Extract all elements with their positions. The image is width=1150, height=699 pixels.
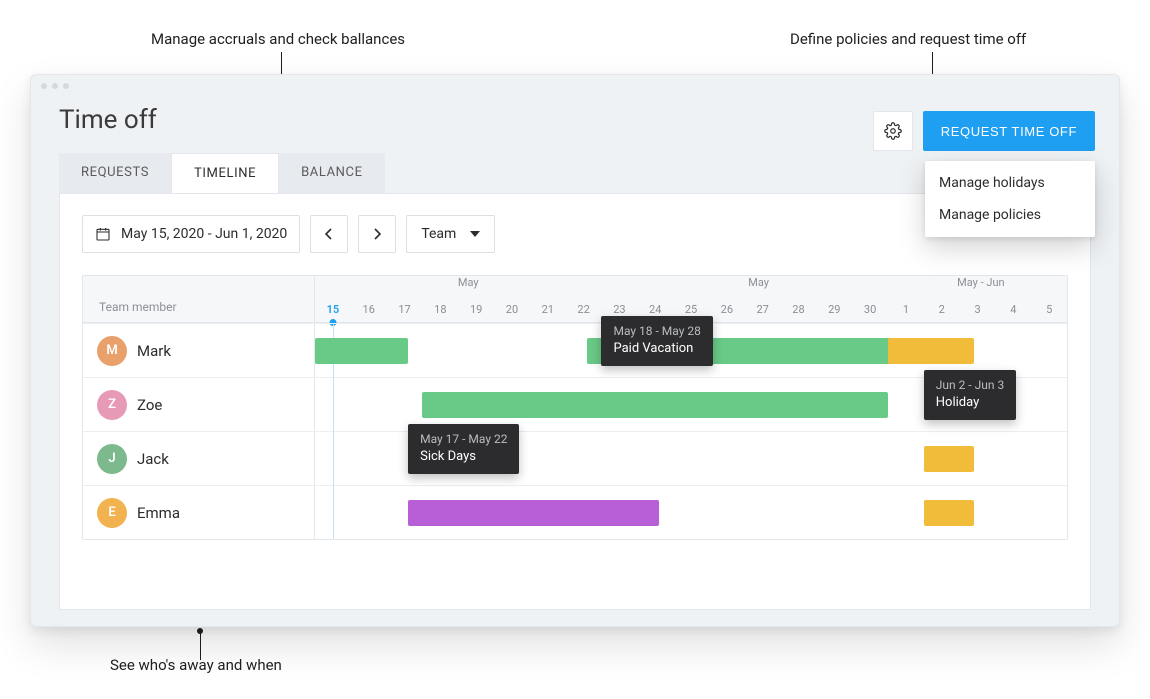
day-header: 21	[530, 296, 566, 322]
team-filter-dropdown[interactable]: Team	[406, 215, 495, 253]
day-header: 28	[781, 296, 817, 322]
member-cell: E Emma	[83, 486, 315, 539]
day-header: 26	[709, 296, 745, 322]
timeline-panel: May 15, 2020 - Jun 1, 2020 Team Team mem…	[59, 193, 1091, 610]
member-name: Zoe	[137, 396, 162, 414]
day-header: 2	[924, 296, 960, 322]
day-header: 22	[566, 296, 602, 322]
annotation-dot	[197, 628, 203, 634]
timeline-tooltip: Jun 2 - Jun 3 Holiday	[924, 370, 1016, 420]
day-header: 20	[494, 296, 530, 322]
month-label: May - Jun	[896, 276, 1067, 296]
timeline-bar[interactable]	[888, 338, 974, 364]
timeline-tooltip: May 17 - May 22 Sick Days	[408, 424, 519, 474]
table-row: J Jack May 17 - May 22 Sick Days	[83, 431, 1067, 485]
tooltip-dates: May 18 - May 28	[613, 324, 700, 338]
tab-balance[interactable]: BALANCE	[279, 153, 385, 193]
tooltip-dates: May 17 - May 22	[420, 432, 507, 446]
avatar: Z	[97, 390, 127, 420]
window-titlebar	[31, 75, 1119, 97]
next-button[interactable]	[358, 215, 396, 253]
app-window: Time off REQUEST TIME OFF Manage holiday…	[30, 74, 1120, 627]
bars-cell	[315, 486, 1067, 539]
date-range-picker[interactable]: May 15, 2020 - Jun 1, 2020	[82, 215, 300, 253]
day-header: 19	[458, 296, 494, 322]
timeline-header: Team member MayMayMay - Jun1516171819202…	[83, 276, 1067, 323]
day-header: 3	[960, 296, 996, 322]
tab-timeline[interactable]: TIMELINE	[171, 153, 279, 193]
timeline-controls: May 15, 2020 - Jun 1, 2020 Team	[82, 215, 1068, 253]
day-header: 16	[351, 296, 387, 322]
chevron-right-icon	[372, 228, 382, 240]
member-cell: Z Zoe	[83, 378, 315, 431]
gear-icon	[884, 122, 902, 140]
settings-button[interactable]	[873, 111, 913, 151]
calendar-icon	[95, 226, 111, 242]
avatar: M	[97, 336, 127, 366]
day-header: 5	[1031, 296, 1067, 322]
timeline-bar[interactable]	[422, 392, 888, 418]
tooltip-label: Holiday	[936, 395, 1004, 410]
member-name: Emma	[137, 504, 180, 522]
prev-button[interactable]	[310, 215, 348, 253]
member-name: Jack	[137, 450, 169, 468]
chevron-left-icon	[324, 228, 334, 240]
month-label: May	[315, 276, 622, 296]
timeline-tooltip: May 18 - May 28 Paid Vacation	[601, 316, 712, 366]
annotation-bottom: See who's away and when	[110, 656, 282, 674]
annotation-line	[200, 632, 201, 660]
tab-requests[interactable]: REQUESTS	[59, 153, 171, 193]
timeline-bar[interactable]	[408, 500, 659, 526]
member-cell: J Jack	[83, 432, 315, 485]
table-row: Z Zoe Jun 2 - Jun 3 Holiday	[83, 377, 1067, 431]
timeline-bar[interactable]	[924, 500, 974, 526]
timeline-grid: Team member MayMayMay - Jun1516171819202…	[82, 275, 1068, 540]
month-label: May	[622, 276, 895, 296]
member-column-header: Team member	[83, 276, 315, 322]
tooltip-label: Paid Vacation	[613, 341, 700, 356]
timeline-bar[interactable]	[924, 446, 974, 472]
day-header: 29	[816, 296, 852, 322]
caret-down-icon	[470, 231, 480, 237]
day-header: 15	[315, 296, 351, 322]
header-actions: REQUEST TIME OFF	[873, 111, 1095, 151]
day-header: 1	[888, 296, 924, 322]
tooltip-label: Sick Days	[420, 449, 507, 464]
tooltip-dates: Jun 2 - Jun 3	[936, 378, 1004, 392]
annotation-top-right: Define policies and request time off	[790, 30, 1026, 48]
team-filter-label: Team	[421, 226, 456, 242]
date-range-text: May 15, 2020 - Jun 1, 2020	[121, 226, 287, 242]
timeline-bar[interactable]	[315, 338, 408, 364]
member-cell: M Mark	[83, 324, 315, 377]
day-header: 17	[387, 296, 423, 322]
timeline-body: M Mark May 18 - May 28 Paid Vacation Z Zoe Jun…	[83, 323, 1067, 539]
avatar: E	[97, 498, 127, 528]
day-header: 27	[745, 296, 781, 322]
day-header: 18	[422, 296, 458, 322]
avatar: J	[97, 444, 127, 474]
menu-item-manage-policies[interactable]: Manage policies	[925, 199, 1095, 231]
table-row: E Emma	[83, 485, 1067, 539]
table-row: M Mark May 18 - May 28 Paid Vacation	[83, 323, 1067, 377]
day-header: 4	[995, 296, 1031, 322]
settings-dropdown: Manage holidays Manage policies	[925, 161, 1095, 237]
menu-item-manage-holidays[interactable]: Manage holidays	[925, 167, 1095, 199]
annotation-top-left: Manage accruals and check ballances	[151, 30, 405, 48]
bars-cell: May 17 - May 22 Sick Days	[315, 432, 1067, 485]
member-name: Mark	[137, 342, 171, 360]
day-header: 30	[852, 296, 888, 322]
request-time-off-button[interactable]: REQUEST TIME OFF	[923, 111, 1095, 151]
